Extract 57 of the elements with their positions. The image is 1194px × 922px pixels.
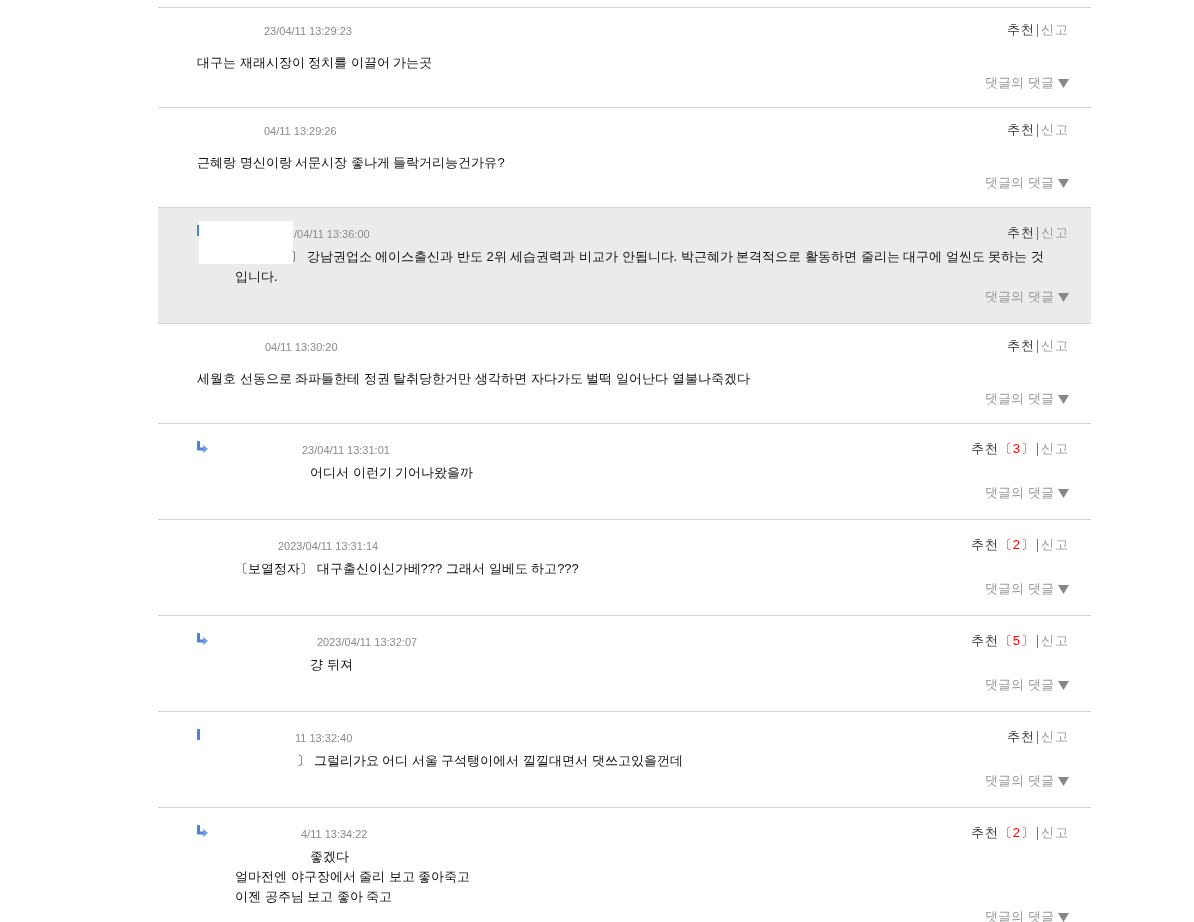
comment-date: 2023/04/11 13:31:14	[278, 539, 379, 553]
comment-text: 근혜랑 명신이랑 서문시장 좋나게 들락거리능건가유?	[197, 155, 505, 170]
report-link[interactable]: 신고	[1041, 122, 1069, 138]
report-link[interactable]: 신고	[1041, 537, 1069, 553]
recommend-count: 〔5〕	[998, 633, 1035, 649]
comment-text: 좋겠다 얼마전엔 야구장에서 줄리 보고 좋아죽고 이젠 공주님 보고 좋아 죽고	[235, 849, 471, 904]
recommend-link[interactable]: 추천	[970, 441, 999, 457]
caret-down-icon	[1058, 912, 1069, 922]
caret-down-icon	[1058, 178, 1069, 188]
report-link[interactable]: 신고	[1041, 22, 1069, 38]
recommend-link[interactable]: 추천	[1007, 22, 1035, 38]
reply-toggle-link[interactable]: 댓글의 댓글	[985, 391, 1069, 407]
comment-date: 2023/04/11 13:32:07	[317, 635, 418, 649]
caret-down-icon	[1058, 78, 1069, 88]
reply-toggle-link[interactable]: 댓글의 댓글	[985, 677, 1069, 693]
reply-toggle-link[interactable]: 댓글의 댓글	[985, 175, 1069, 191]
report-link[interactable]: 신고	[1041, 338, 1069, 354]
comment-text: 어디서 이런기 기어나왔을까	[310, 465, 474, 480]
comment-date: 04/11 13:30:20	[265, 340, 338, 354]
reply-toggle-link[interactable]: 댓글의 댓글	[985, 485, 1069, 501]
comment-date: 4/11 13:34:22	[301, 827, 368, 841]
report-link[interactable]: 신고	[1041, 825, 1069, 841]
comment-text: 대구는 재래시장이 정치를 이끌어 가는곳	[197, 55, 433, 70]
comment-date: /04/11 13:36:00	[294, 227, 370, 241]
recommend-link[interactable]: 추천	[1007, 338, 1035, 354]
recommend-count: 〔2〕	[998, 825, 1035, 841]
recommend-link[interactable]: 추천	[970, 537, 999, 553]
comment-text: 〕 그럴리가요 어디 서울 구석탱이에서 낄낄대면서 댓쓰고있을껀데	[297, 753, 683, 768]
caret-down-icon	[1058, 488, 1069, 498]
reply-toggle-link[interactable]: 댓글의 댓글	[985, 773, 1069, 789]
recommend-link[interactable]: 추천	[970, 825, 999, 841]
comment-text: 〔보열정자〕 대구출신이신가베??? 그래서 일베도 하고???	[235, 561, 579, 576]
reply-toggle-link[interactable]: 댓글의 댓글	[985, 289, 1069, 305]
caret-down-icon	[1058, 680, 1069, 690]
reply-toggle-link[interactable]: 댓글의 댓글	[985, 909, 1069, 922]
reply-toggle-link[interactable]: 댓글의 댓글	[985, 75, 1069, 91]
recommend-count: 〔2〕	[998, 537, 1035, 553]
report-link[interactable]: 신고	[1041, 633, 1069, 649]
recommend-link[interactable]: 추천	[970, 633, 999, 649]
recommend-link[interactable]: 추천	[1007, 225, 1035, 241]
recommend-link[interactable]: 추천	[1007, 122, 1035, 138]
recommend-link[interactable]: 추천	[1007, 729, 1035, 745]
comment-date: 04/11 13:29:26	[264, 124, 337, 138]
comment-date: 23/04/11 13:31:01	[302, 443, 390, 457]
comment-text: 세월호 선동으로 좌파들한테 정권 탈취당한거만 생각하면 자다가도 벌떡 일어난다 열불나죽겠다	[197, 371, 750, 386]
report-link[interactable]: 신고	[1041, 225, 1069, 241]
caret-down-icon	[1058, 394, 1069, 404]
caret-down-icon	[1058, 292, 1069, 302]
recommend-count: 〔3〕	[998, 441, 1035, 457]
comment-date: 11 13:32:40	[295, 731, 353, 745]
caret-down-icon	[1058, 584, 1069, 594]
comment-date: 23/04/11 13:29:23	[264, 24, 352, 38]
comment-text: 걍 뒤져	[310, 657, 353, 672]
report-link[interactable]: 신고	[1041, 441, 1069, 457]
report-link[interactable]: 신고	[1041, 729, 1069, 745]
caret-down-icon	[1058, 776, 1069, 786]
reply-toggle-link[interactable]: 댓글의 댓글	[985, 581, 1069, 597]
